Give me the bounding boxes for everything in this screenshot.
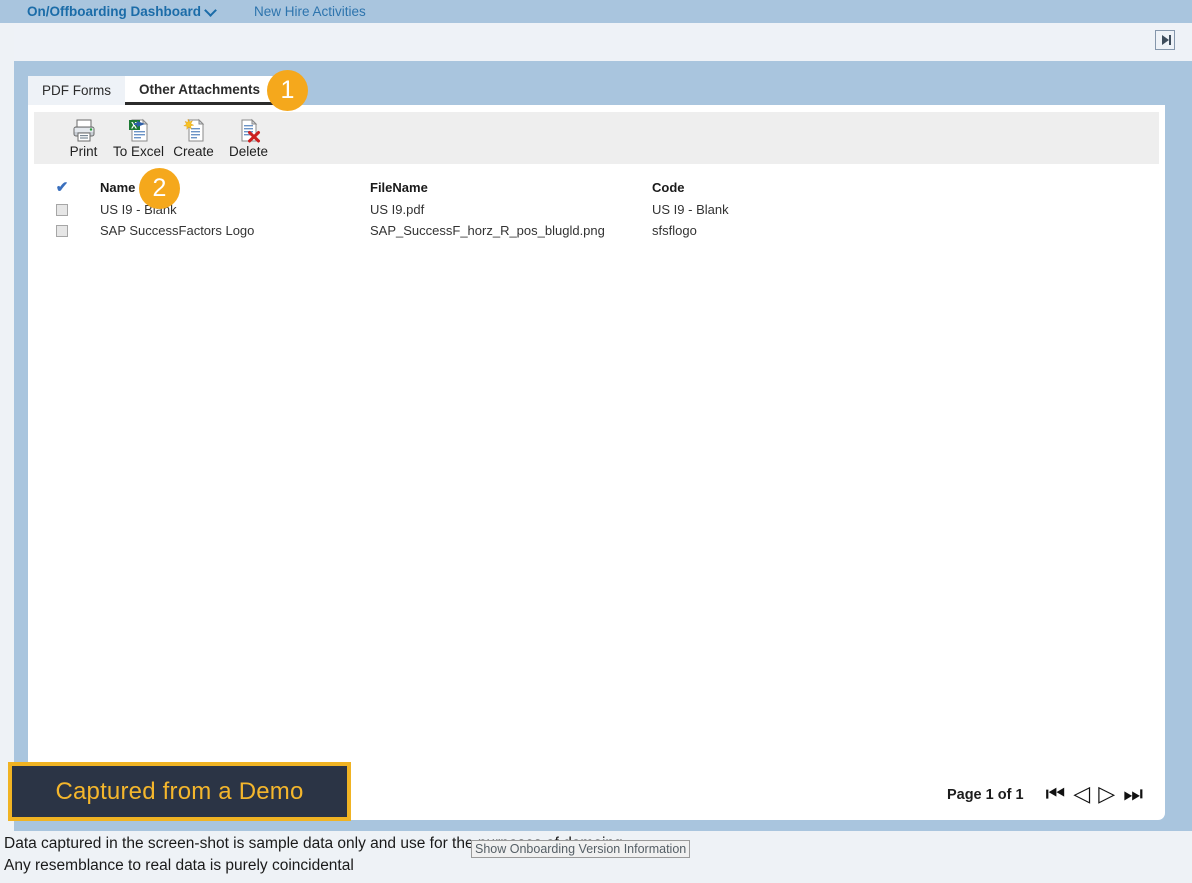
select-all-cell[interactable]: ✔ xyxy=(34,180,90,195)
create-document-icon xyxy=(181,117,207,143)
print-button-label: Print xyxy=(69,144,98,159)
pagination-controls: Page 1 of 1 ⏮ ◁ ▷ ⏭ xyxy=(947,784,1143,806)
row-checkbox[interactable] xyxy=(56,224,68,237)
create-button-label: Create xyxy=(173,144,214,159)
nav-item-onoffboarding-dashboard[interactable]: On/Offboarding Dashboard xyxy=(27,4,216,19)
delete-button[interactable]: Delete xyxy=(221,112,276,159)
checkmark-icon: ✔ xyxy=(55,178,69,196)
expand-panel-icon xyxy=(1161,35,1169,45)
to-excel-button[interactable]: X To Excel xyxy=(111,112,166,159)
expand-panel-button[interactable] xyxy=(1155,30,1175,50)
demo-watermark-label: Captured from a Demo xyxy=(55,777,304,805)
cell-filename: US I9.pdf xyxy=(370,202,425,217)
cell-code: US I9 - Blank xyxy=(652,202,729,217)
onboarding-version-tooltip: Show Onboarding Version Information xyxy=(471,840,691,858)
attachments-table: ✔ Name FileName Code US I9 - Blank US I9… xyxy=(34,175,1159,241)
next-page-icon[interactable]: ▷ xyxy=(1098,784,1115,806)
row-checkbox-cell[interactable] xyxy=(34,224,90,237)
print-button[interactable]: Print xyxy=(56,112,111,159)
expand-panel-bar-icon xyxy=(1168,35,1171,45)
chevron-down-icon xyxy=(206,5,216,15)
tab-pdf-forms[interactable]: PDF Forms xyxy=(28,76,125,105)
attachments-panel: Print X To Excel Create Delete ✔ Name Fi… xyxy=(28,105,1165,820)
cell-name: US I9 - Blank xyxy=(100,202,177,217)
column-header-code[interactable]: Code xyxy=(652,180,952,195)
top-navigation-bar: On/Offboarding Dashboard New Hire Activi… xyxy=(0,0,1192,23)
previous-page-icon[interactable]: ◁ xyxy=(1073,784,1090,806)
last-page-icon[interactable]: ⏭ xyxy=(1123,784,1143,806)
excel-export-icon: X xyxy=(126,117,152,143)
delete-button-label: Delete xyxy=(228,144,269,159)
create-button[interactable]: Create xyxy=(166,112,221,159)
svg-text:X: X xyxy=(131,120,137,130)
printer-icon xyxy=(71,117,97,143)
nav-item-new-hire-activities[interactable]: New Hire Activities xyxy=(254,4,366,19)
column-header-filename[interactable]: FileName xyxy=(370,180,652,195)
sub-toolbar-strip xyxy=(14,23,1192,61)
column-header-name[interactable]: Name xyxy=(90,180,370,195)
page-indicator: Page 1 of 1 xyxy=(946,787,1024,803)
callout-badge-1: 1 xyxy=(267,70,308,111)
first-page-icon[interactable]: ⏮ xyxy=(1046,784,1066,806)
row-checkbox[interactable] xyxy=(56,203,68,216)
table-row[interactable]: SAP SuccessFactors Logo SAP_SuccessF_hor… xyxy=(34,220,1159,241)
table-header-row: ✔ Name FileName Code xyxy=(34,175,1159,199)
cell-name: SAP SuccessFactors Logo xyxy=(100,223,255,238)
nav-item-onoffboarding-dashboard-label: On/Offboarding Dashboard xyxy=(27,4,201,19)
actions-toolbar: Print X To Excel Create Delete xyxy=(34,112,1159,164)
cell-code: sfsflogo xyxy=(652,223,697,238)
to-excel-button-label: To Excel xyxy=(112,144,165,159)
delete-document-icon xyxy=(236,117,262,143)
demo-watermark-badge: Captured from a Demo xyxy=(8,762,351,821)
app-root: On/Offboarding Dashboard New Hire Activi… xyxy=(0,0,1192,883)
disclaimer-line-2: Any resemblance to real data is purely c… xyxy=(4,857,354,874)
tab-bar: PDF Forms Other Attachments xyxy=(28,76,275,105)
cell-filename: SAP_SuccessF_horz_R_pos_blugld.png xyxy=(370,223,605,238)
table-row[interactable]: US I9 - Blank US I9.pdf US I9 - Blank xyxy=(34,199,1159,220)
tab-other-attachments[interactable]: Other Attachments xyxy=(125,76,275,105)
pagination-buttons: ⏮ ◁ ▷ ⏭ xyxy=(1046,784,1143,806)
row-checkbox-cell[interactable] xyxy=(34,203,90,216)
callout-badge-2: 2 xyxy=(139,168,180,209)
